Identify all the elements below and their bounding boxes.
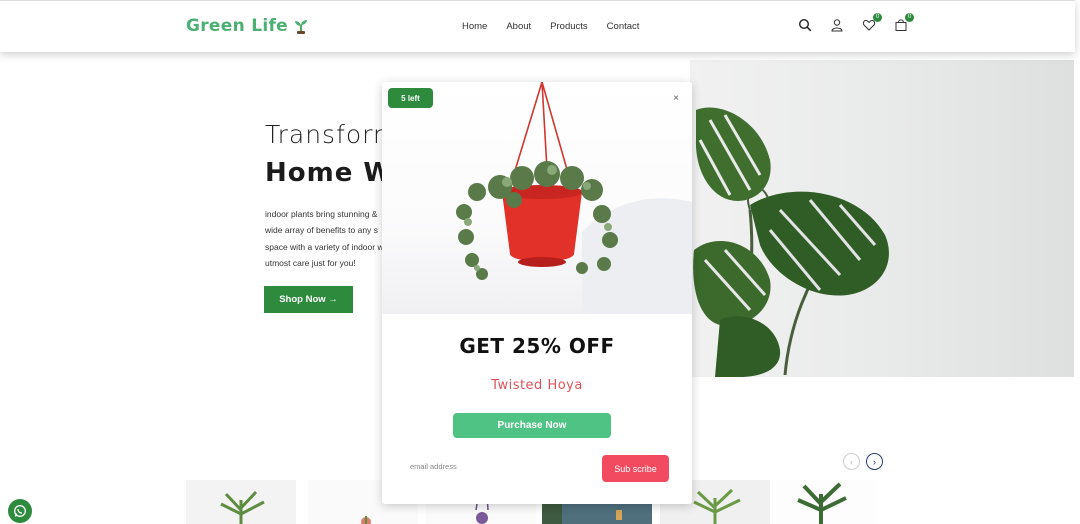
nav-products[interactable]: Products	[550, 21, 588, 32]
hero-image	[690, 60, 1074, 377]
chevron-left-icon[interactable]: ‹	[843, 453, 860, 470]
offer-title: GET 25% OFF	[459, 334, 615, 358]
product-image	[382, 82, 692, 314]
nav-about[interactable]: About	[506, 21, 531, 32]
nav-home[interactable]: Home	[462, 21, 487, 32]
hanging-plant-image	[456, 82, 692, 314]
nav-contact[interactable]: Contact	[607, 21, 640, 32]
product-card[interactable]	[186, 480, 296, 524]
wishlist-icon[interactable]: 0	[862, 13, 882, 32]
hero-title-line2: Home W	[265, 158, 394, 188]
close-icon[interactable]: ×	[673, 93, 679, 104]
subscribe-button[interactable]: Sub scribe	[602, 455, 669, 482]
header-icons: 0 0	[798, 13, 914, 32]
sprout-icon	[295, 20, 308, 34]
site-header: Green Life Home About Products Contact 0…	[0, 0, 1075, 52]
cart-icon[interactable]: 0	[894, 13, 914, 32]
user-icon[interactable]	[830, 18, 844, 32]
purchase-now-button[interactable]: Purchase Now	[453, 413, 611, 438]
cart-count: 0	[905, 13, 914, 22]
search-icon[interactable]	[798, 18, 812, 32]
main-nav: Home About Products Contact	[462, 21, 639, 32]
wishlist-count: 0	[873, 13, 882, 22]
email-field[interactable]: email address	[410, 462, 457, 471]
plant-thumbnail	[797, 482, 847, 524]
logo[interactable]: Green Life	[186, 16, 310, 36]
product-card[interactable]	[776, 480, 876, 524]
monstera-plant-image	[693, 107, 889, 377]
product-name: Twisted Hoya	[491, 378, 583, 393]
hero-title-line1: Transform	[265, 120, 399, 149]
hero-description: indoor plants bring stunning & wide arra…	[265, 209, 393, 268]
shop-now-button[interactable]: Shop Now →	[264, 286, 353, 313]
chevron-right-icon[interactable]: ›	[866, 453, 883, 470]
whatsapp-icon[interactable]	[8, 499, 32, 523]
stock-badge: 5 left	[388, 88, 433, 108]
logo-text: Green Life	[186, 16, 289, 36]
plant-thumbnail	[220, 490, 265, 524]
promo-popup: 5 left × GET 25% OFF Twisted Hoya Purcha…	[382, 82, 692, 504]
carousel-controls: ‹ ›	[843, 453, 883, 470]
